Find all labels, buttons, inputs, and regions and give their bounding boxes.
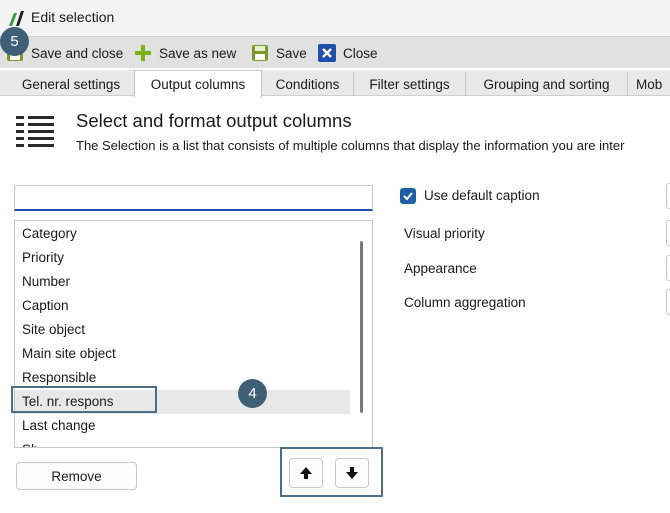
save-as-new-button[interactable]: Save as new: [134, 37, 236, 69]
plus-icon: [135, 45, 151, 61]
scrollbar-thumb[interactable]: [360, 241, 363, 413]
appearance-label: Appearance: [404, 261, 477, 276]
close-label: Close: [343, 45, 378, 61]
tab-label: Conditions: [275, 76, 340, 92]
tab-filter-settings[interactable]: Filter settings: [354, 72, 466, 96]
caption-field[interactable]: [666, 183, 670, 209]
save-as-new-label: Save as new: [159, 45, 237, 61]
save-and-close-label: Save and close: [31, 45, 124, 61]
tab-conditions[interactable]: Conditions: [262, 72, 354, 96]
tab-general-settings[interactable]: General settings: [8, 72, 135, 96]
list-scrollbar[interactable]: [352, 221, 372, 447]
close-icon: [318, 44, 336, 62]
columns-listbox[interactable]: Category Priority Number Caption Site ob…: [14, 220, 373, 448]
remove-button[interactable]: Remove: [16, 462, 137, 490]
move-up-button[interactable]: [289, 458, 323, 488]
tab-grouping-and-sorting[interactable]: Grouping and sorting: [466, 72, 628, 96]
column-search-input[interactable]: [14, 185, 373, 211]
list-item[interactable]: Category: [15, 222, 350, 246]
tab-bar: General settings Output columns Conditio…: [0, 70, 670, 97]
list-item[interactable]: Last change: [15, 414, 350, 438]
list-item[interactable]: Main site object: [15, 342, 350, 366]
close-button[interactable]: Close: [318, 37, 378, 69]
visual-priority-field[interactable]: [666, 220, 670, 246]
list-item[interactable]: Priority: [15, 246, 350, 270]
save-button[interactable]: Save: [251, 37, 307, 69]
page-description: The Selection is a list that consists of…: [76, 138, 625, 153]
tab-mobile[interactable]: Mob: [628, 72, 670, 96]
title-bar: Edit selection: [0, 0, 670, 36]
use-default-caption-checkbox[interactable]: [400, 188, 416, 204]
toolbar: Save and close Save as new Save Close: [0, 36, 670, 68]
appearance-field[interactable]: [666, 255, 670, 281]
tab-label: Output columns: [150, 76, 246, 92]
tab-label: Mob: [636, 76, 663, 92]
tab-label: General settings: [21, 76, 121, 92]
selected-row-highlight: [11, 386, 157, 413]
arrow-up-icon: [300, 467, 312, 479]
tab-label: Grouping and sorting: [483, 76, 610, 92]
list-item[interactable]: Caption: [15, 294, 350, 318]
app-logo-icon: [9, 11, 24, 26]
tab-label: Filter settings: [369, 76, 450, 92]
tab-output-columns[interactable]: Output columns: [134, 70, 262, 97]
move-down-button[interactable]: [335, 458, 369, 488]
save-label: Save: [276, 45, 307, 61]
visual-priority-label: Visual priority: [404, 226, 485, 241]
list-item[interactable]: Site object: [15, 318, 350, 342]
step-5-badge: 5: [0, 27, 29, 56]
step-4-badge: 4: [238, 379, 267, 408]
columns-list-icon: [16, 116, 54, 147]
use-default-caption-label: Use default caption: [424, 188, 540, 203]
page-title: Select and format output columns: [76, 110, 352, 131]
save-icon: [252, 45, 268, 61]
arrow-down-icon: [346, 467, 358, 479]
window-title: Edit selection: [31, 9, 115, 25]
move-buttons-highlight: [280, 447, 383, 497]
column-aggregation-label: Column aggregation: [404, 295, 526, 310]
checkmark-icon: [403, 192, 413, 201]
list-item[interactable]: Number: [15, 270, 350, 294]
column-aggregation-field[interactable]: [666, 289, 670, 315]
